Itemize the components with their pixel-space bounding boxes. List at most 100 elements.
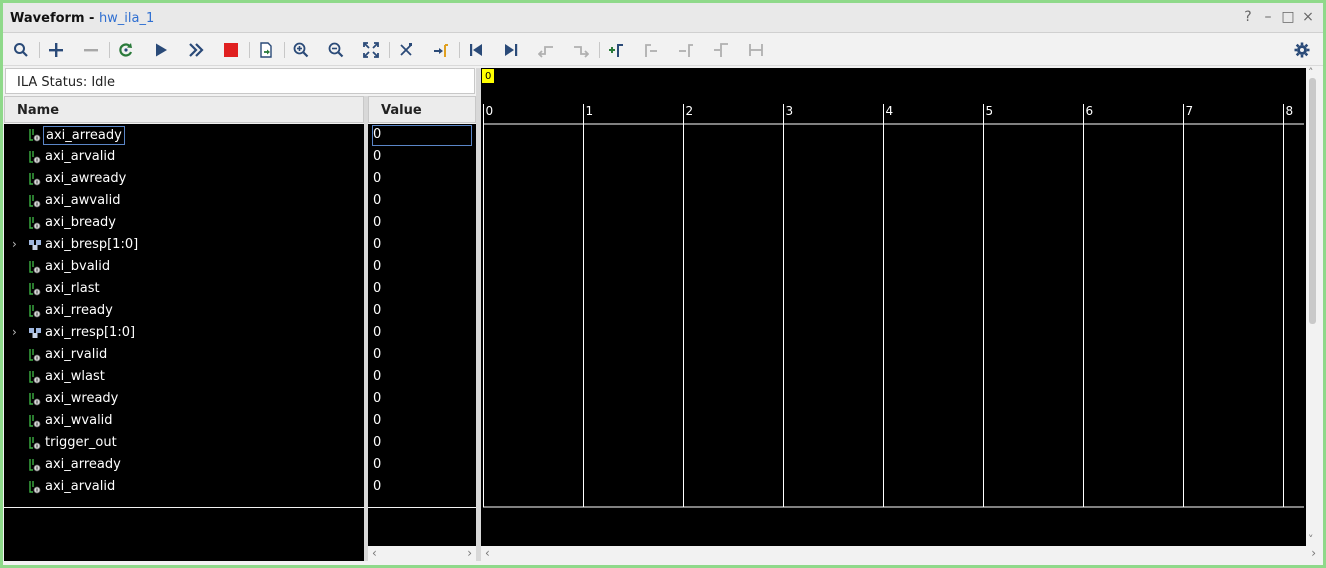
signal-name: axi_arready (43, 126, 125, 145)
swap-cursors-icon[interactable] (710, 39, 732, 61)
bus-signal-icon (28, 238, 42, 252)
signal-row[interactable]: axi_awvalid (4, 190, 364, 212)
bit-signal-icon (28, 282, 42, 296)
zoom-out-icon[interactable] (325, 39, 347, 61)
scroll-down-icon[interactable]: ˅ (1308, 533, 1314, 546)
signal-value: 0 (373, 413, 382, 428)
signal-row[interactable]: axi_arready (4, 454, 364, 476)
signal-row[interactable]: › axi_rresp[1:0] (4, 322, 364, 344)
signal-row[interactable]: axi_bready (4, 212, 364, 234)
signal-value-row[interactable]: 0 (368, 476, 476, 498)
signal-row[interactable]: axi_bvalid (4, 256, 364, 278)
window-controls: ? – □ × (1241, 9, 1315, 25)
run-trigger-icon[interactable] (150, 39, 172, 61)
previous-marker-icon[interactable] (640, 39, 662, 61)
signal-row[interactable]: axi_arvalid (4, 476, 364, 498)
signal-value-row[interactable]: 0 (368, 322, 476, 344)
add-marker-icon[interactable] (605, 39, 627, 61)
cursor-icon[interactable] (395, 39, 417, 61)
waveform-canvas[interactable]: 0 0 1 2 3 4 5 6 7 8 (481, 68, 1306, 546)
value-column-header[interactable]: Value (368, 96, 476, 123)
minimize-icon[interactable]: – (1261, 9, 1275, 25)
bit-signal-icon (28, 150, 42, 164)
signal-value-row[interactable]: 0 (368, 256, 476, 278)
bit-signal-icon (28, 216, 42, 230)
signal-value-row[interactable]: 0 (368, 168, 476, 190)
stop-icon[interactable] (220, 39, 242, 61)
scroll-thumb[interactable] (1309, 78, 1316, 324)
signal-value: 0 (373, 171, 382, 186)
signal-value-row[interactable]: 0 (368, 212, 476, 234)
signal-value-row[interactable]: 0 (368, 124, 476, 146)
signal-value-row[interactable]: 0 (368, 454, 476, 476)
export-icon[interactable] (255, 39, 277, 61)
time-tick-label: 4 (886, 104, 894, 118)
signal-value-row[interactable]: 0 (368, 432, 476, 454)
scroll-left-icon[interactable]: ‹ (372, 546, 377, 560)
signal-row[interactable]: › axi_bresp[1:0] (4, 234, 364, 256)
next-transition-icon[interactable] (570, 39, 592, 61)
signal-name: axi_wvalid (45, 413, 113, 428)
signal-row[interactable]: axi_rlast (4, 278, 364, 300)
go-to-cursor-icon[interactable] (430, 39, 452, 61)
next-marker-icon[interactable] (675, 39, 697, 61)
signal-value-row[interactable]: 0 (368, 300, 476, 322)
go-to-end-icon[interactable] (500, 39, 522, 61)
value-horizontal-scrollbar[interactable]: ‹ › (368, 546, 476, 561)
wave-vertical-scrollbar[interactable]: ˄ ˅ (1306, 66, 1320, 546)
go-to-start-icon[interactable] (465, 39, 487, 61)
scroll-right-icon[interactable]: › (467, 546, 472, 560)
scroll-right-icon[interactable]: › (1311, 546, 1316, 560)
signal-name: axi_rready (45, 303, 113, 318)
help-icon[interactable]: ? (1241, 9, 1255, 25)
signal-value-row[interactable]: 0 (368, 190, 476, 212)
wave-horizontal-scrollbar[interactable]: ‹ › (481, 546, 1320, 561)
add-icon[interactable] (45, 39, 67, 61)
signal-value: 0 (373, 391, 382, 406)
bus-signal-icon (28, 326, 42, 340)
refresh-icon[interactable] (115, 39, 137, 61)
distance-icon[interactable] (745, 39, 767, 61)
signal-row[interactable]: axi_arvalid (4, 146, 364, 168)
signal-row[interactable]: axi_wlast (4, 366, 364, 388)
previous-transition-icon[interactable] (535, 39, 557, 61)
signal-row[interactable]: axi_rvalid (4, 344, 364, 366)
signal-name-list: axi_arready axi_arvalid axi_awready axi_awv… (4, 124, 364, 507)
expand-chevron-icon[interactable]: › (12, 325, 22, 339)
signal-value: 0 (373, 479, 382, 494)
signal-value: 0 (373, 347, 382, 362)
signal-value-row[interactable]: 0 (368, 146, 476, 168)
scroll-left-icon[interactable]: ‹ (485, 546, 490, 560)
signal-row[interactable]: axi_wready (4, 388, 364, 410)
maximize-icon[interactable]: □ (1281, 9, 1295, 25)
signal-value-row[interactable]: 0 (368, 388, 476, 410)
signal-value-row[interactable]: 0 (368, 410, 476, 432)
zoom-in-icon[interactable] (290, 39, 312, 61)
marker-label: 0 (485, 71, 491, 82)
signal-row[interactable]: axi_rready (4, 300, 364, 322)
settings-icon[interactable] (1291, 39, 1313, 61)
signal-value: 0 (373, 193, 382, 208)
signal-value-row[interactable]: 0 (368, 278, 476, 300)
run-immediate-icon[interactable] (185, 39, 207, 61)
name-panel-footer (4, 508, 364, 561)
name-column-header[interactable]: Name (4, 96, 364, 123)
signal-value: 0 (373, 303, 382, 318)
time-tick-label: 7 (1186, 104, 1194, 118)
signal-value-row[interactable]: 0 (368, 344, 476, 366)
bit-signal-icon (28, 370, 42, 384)
signal-value: 0 (373, 149, 382, 164)
signal-row[interactable]: axi_wvalid (4, 410, 364, 432)
search-icon[interactable] (10, 39, 32, 61)
signal-row[interactable]: axi_awready (4, 168, 364, 190)
zoom-fit-icon[interactable] (360, 39, 382, 61)
bit-signal-icon (28, 260, 42, 274)
remove-icon[interactable] (80, 39, 102, 61)
signal-value-row[interactable]: 0 (368, 234, 476, 256)
close-icon[interactable]: × (1301, 9, 1315, 25)
signal-row[interactable]: trigger_out (4, 432, 364, 454)
signal-row[interactable]: axi_arready (4, 124, 364, 146)
signal-value-row[interactable]: 0 (368, 366, 476, 388)
panel-splitter[interactable] (364, 96, 368, 561)
expand-chevron-icon[interactable]: › (12, 237, 22, 251)
